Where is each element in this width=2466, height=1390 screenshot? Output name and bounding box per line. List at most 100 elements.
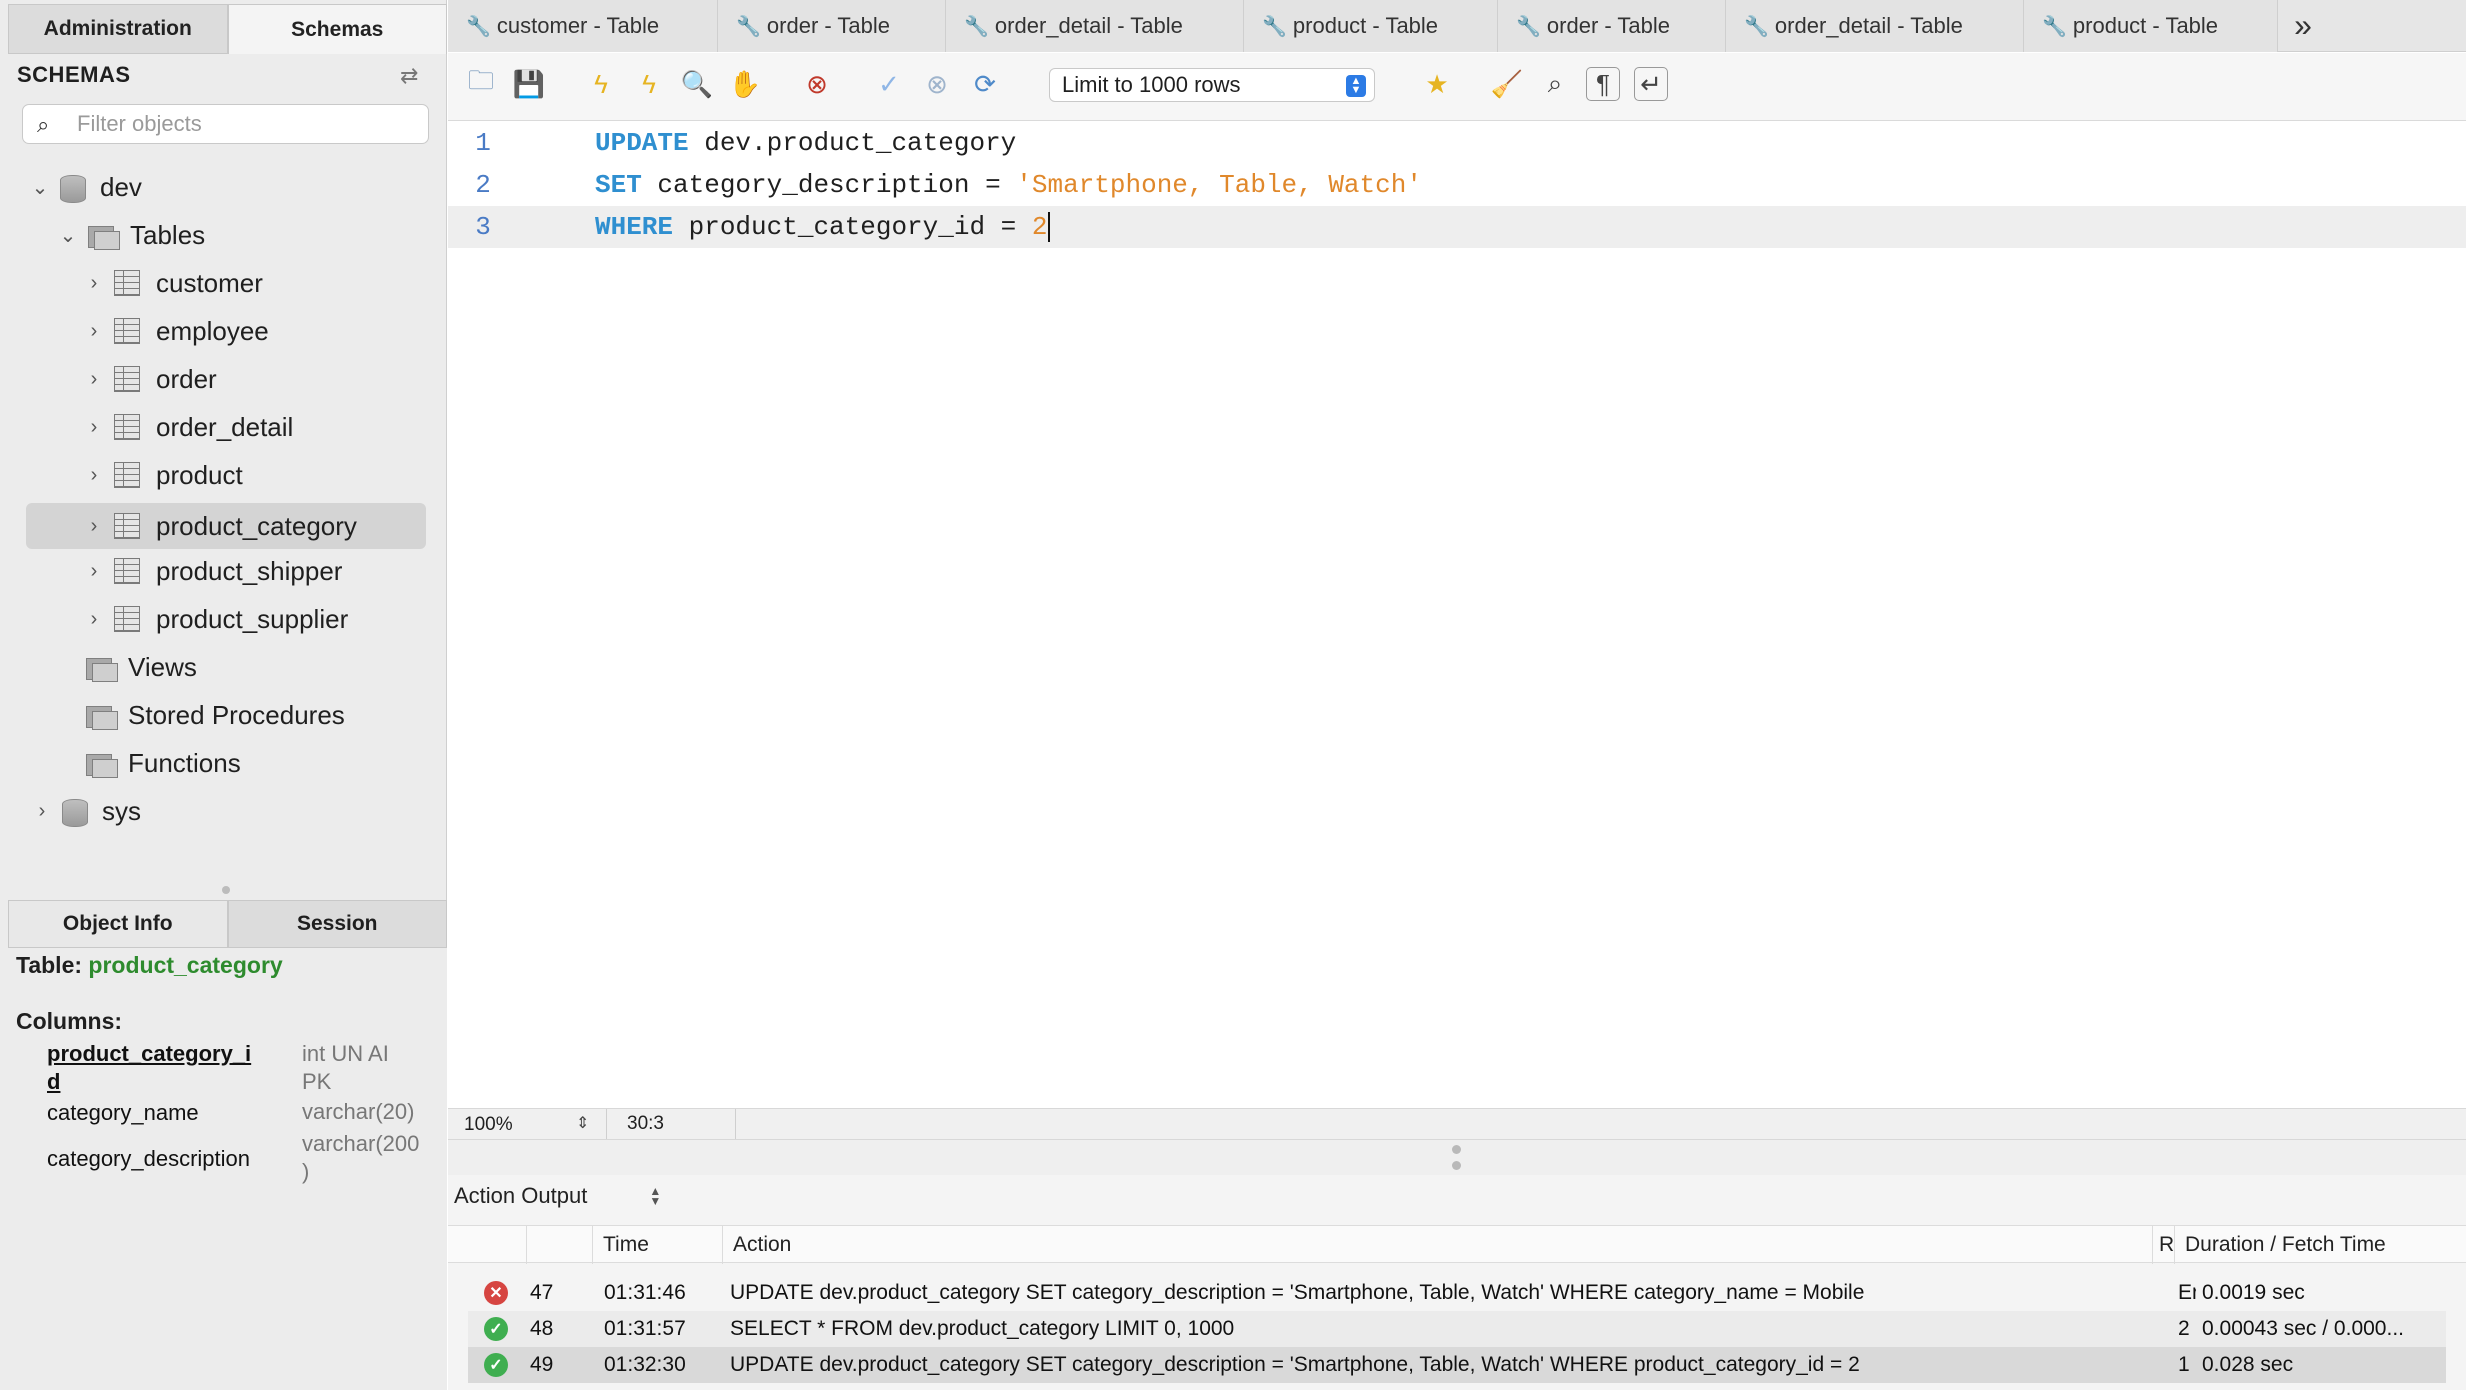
- column-name-pk: product_category_i d: [47, 1040, 251, 1096]
- cursor-position: 30:3: [606, 1109, 736, 1139]
- query-toolbar: 🗀 💾 ϟ ϟ 🔍 ✋ ⊗ ✓ ⊗ ⟳ Limit to 1000 rows ▲…: [448, 53, 2466, 121]
- output-row[interactable]: ✕ 47 01:31:46 UPDATE dev.product_categor…: [468, 1275, 2446, 1311]
- refresh-icon[interactable]: ⇄: [400, 63, 426, 88]
- output-row[interactable]: ✓ 48 01:31:57 SELECT * FROM dev.product_…: [468, 1311, 2446, 1347]
- tree-item-views[interactable]: Views: [86, 644, 197, 690]
- tree-item-sys[interactable]: › sys: [32, 788, 141, 834]
- editor-tab-label: order - Table: [766, 13, 891, 38]
- row-time: 01:31:46: [604, 1281, 686, 1304]
- tree-item-table[interactable]: › product_shipper: [84, 548, 343, 594]
- chevron-right-icon[interactable]: ›: [84, 464, 104, 486]
- find-icon[interactable]: ⌕: [1538, 67, 1572, 101]
- column-name: category_name: [47, 1100, 199, 1125]
- select-arrows-icon: ▲ ▼: [649, 1184, 662, 1208]
- table-icon: [114, 462, 140, 488]
- sidebar: Administration Schemas SCHEMAS ⇄ ⌕ ⌄ dev…: [0, 0, 447, 1390]
- editor-tab-label: customer - Table: [496, 13, 660, 38]
- limit-rows-select[interactable]: Limit to 1000 rows ▲ ▼: [1049, 68, 1375, 102]
- tab-object-info[interactable]: Object Info: [8, 900, 228, 948]
- tree-item-dev[interactable]: ⌄ dev: [30, 164, 142, 210]
- save-icon[interactable]: 💾: [512, 67, 546, 101]
- schemas-header: SCHEMAS: [17, 62, 131, 87]
- table-name: product_category: [88, 952, 283, 978]
- code-text[interactable]: SET category_description = 'Smartphone, …: [595, 170, 1422, 200]
- sql-editor[interactable]: 1 UPDATE dev.product_category 2 SET cate…: [448, 122, 2466, 1108]
- row-time: 01:32:30: [604, 1353, 686, 1376]
- tree-item-table[interactable]: › customer: [84, 260, 263, 306]
- tree-item-tables[interactable]: ⌄ Tables: [58, 212, 205, 258]
- column-name: category_description: [47, 1146, 251, 1171]
- header-action[interactable]: Action: [722, 1226, 2092, 1264]
- open-file-icon[interactable]: 🗀: [464, 65, 498, 101]
- tab-administration[interactable]: Administration: [8, 4, 228, 54]
- limit-rows-value: Limit to 1000 rows: [1062, 72, 1241, 97]
- header-duration[interactable]: Duration / Fetch Time: [2174, 1226, 2466, 1264]
- editor-tab[interactable]: 🔧 order_detail - Table: [1726, 0, 2024, 52]
- chevron-down-icon[interactable]: ⌄: [30, 177, 50, 199]
- tree-item-table[interactable]: › employee: [84, 308, 269, 354]
- chevron-down-icon[interactable]: ⌄: [58, 225, 78, 247]
- chevron-right-icon[interactable]: ›: [84, 416, 104, 438]
- autocommit-icon[interactable]: ⟳: [968, 67, 1002, 101]
- tab-overflow-icon[interactable]: »: [2278, 0, 2328, 51]
- tree-item-table[interactable]: › product_supplier: [84, 596, 349, 642]
- stop-icon[interactable]: ✋: [728, 67, 762, 101]
- toggle-error-icon[interactable]: ⊗: [800, 67, 834, 101]
- output-row-selected[interactable]: ✓ 49 01:32:30 UPDATE dev.product_categor…: [468, 1347, 2446, 1383]
- tab-session[interactable]: Session: [227, 900, 447, 948]
- tree-item-table[interactable]: › order_detail: [84, 404, 294, 450]
- code-line[interactable]: 1 UPDATE dev.product_category: [448, 122, 2466, 164]
- sidebar-splitter-handle[interactable]: [222, 886, 230, 894]
- tree-item-table[interactable]: › product: [84, 452, 243, 498]
- filter-input[interactable]: [77, 109, 417, 139]
- chevron-right-icon[interactable]: ›: [84, 515, 104, 537]
- chevron-right-icon[interactable]: ›: [84, 368, 104, 390]
- chevron-right-icon[interactable]: ›: [32, 800, 52, 822]
- zoom-level[interactable]: 100%: [464, 1114, 513, 1136]
- chevron-right-icon[interactable]: ›: [84, 272, 104, 294]
- code-line[interactable]: 2 SET category_description = 'Smartphone…: [448, 164, 2466, 206]
- zoom-stepper-icon[interactable]: ⇕: [576, 1113, 589, 1133]
- explain-icon[interactable]: 🔍: [680, 67, 714, 101]
- editor-tab[interactable]: 🔧 order - Table: [718, 0, 946, 52]
- rollback-icon[interactable]: ⊗: [920, 67, 954, 101]
- editor-tab[interactable]: 🔧 order_detail - Table: [946, 0, 1244, 52]
- table-icon: [114, 318, 140, 344]
- add-snippet-icon[interactable]: ★: [1420, 67, 1454, 101]
- header-response[interactable]: R: [2152, 1226, 2174, 1264]
- execute-icon[interactable]: ϟ: [584, 67, 618, 101]
- code-text[interactable]: WHERE product_category_id = 2: [595, 212, 1051, 243]
- tab-schemas[interactable]: Schemas: [227, 4, 447, 54]
- chevron-right-icon[interactable]: ›: [84, 320, 104, 342]
- tree-item-functions[interactable]: Functions: [86, 740, 241, 786]
- wrap-lines-icon[interactable]: ↵: [1634, 67, 1668, 101]
- beautify-icon[interactable]: 🧹: [1490, 67, 1524, 101]
- column-type-line1: varchar(200: [302, 1131, 420, 1156]
- code-line-current[interactable]: 3 WHERE product_category_id = 2: [448, 206, 2466, 248]
- tree-item-stored-procedures[interactable]: Stored Procedures: [86, 692, 345, 738]
- database-icon: [62, 797, 88, 827]
- commit-icon[interactable]: ✓: [872, 67, 906, 101]
- invisible-chars-icon[interactable]: ¶: [1586, 67, 1620, 101]
- editor-tab[interactable]: 🔧 product - Table: [1244, 0, 1498, 52]
- info-tabs: Object Info Session: [8, 900, 447, 948]
- tree-label: Views: [128, 651, 197, 682]
- execute-current-icon[interactable]: ϟ: [632, 67, 666, 101]
- editor-tab-label: order_detail - Table: [994, 13, 1183, 38]
- line-number: 1: [475, 128, 491, 158]
- chevron-right-icon[interactable]: ›: [84, 608, 104, 630]
- select-arrows-icon: ▲ ▼: [1346, 75, 1366, 97]
- output-type-select[interactable]: Action Output ▲ ▼: [454, 1183, 661, 1209]
- code-text[interactable]: UPDATE dev.product_category: [595, 128, 1016, 158]
- tree-label: product_supplier: [156, 603, 349, 634]
- tree-item-table[interactable]: › order: [84, 356, 217, 402]
- editor-tab[interactable]: 🔧 customer - Table: [448, 0, 718, 52]
- editor-tab[interactable]: 🔧 order - Table: [1498, 0, 1726, 52]
- chevron-right-icon[interactable]: ›: [84, 560, 104, 582]
- tree-item-table-selected[interactable]: › product_category: [26, 503, 426, 549]
- header-time[interactable]: Time: [592, 1226, 678, 1264]
- output-splitter[interactable]: [448, 1140, 2466, 1175]
- editor-tab[interactable]: 🔧 product - Table: [2024, 0, 2278, 52]
- filter-box: ⌕: [22, 104, 429, 144]
- line-number: 3: [475, 212, 491, 242]
